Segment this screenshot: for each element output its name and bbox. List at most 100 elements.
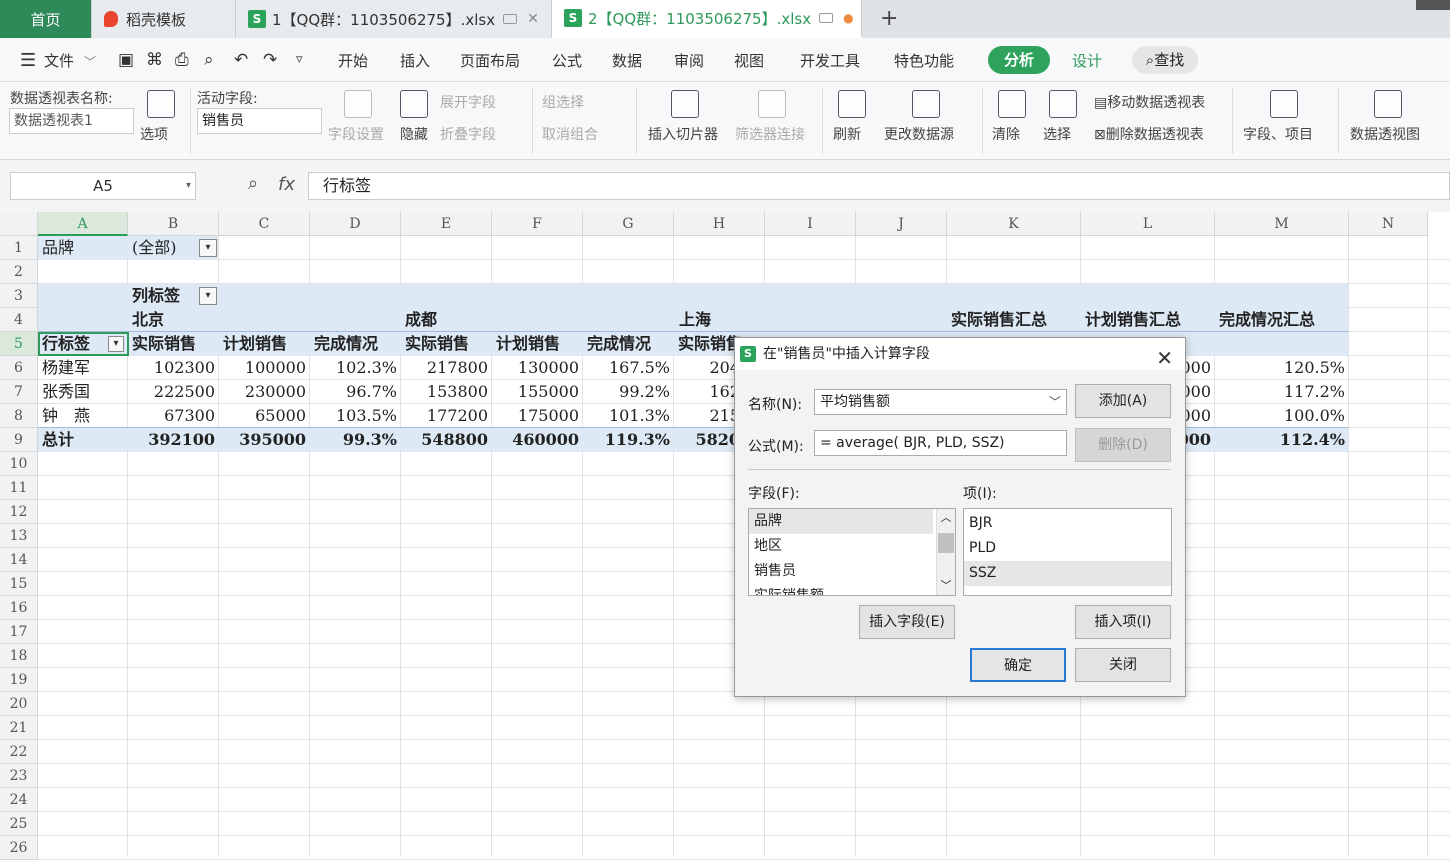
pivot-name-input[interactable]: 数据透视表1 (9, 108, 134, 134)
cell-e9[interactable]: 548800 (421, 428, 488, 452)
row-header[interactable]: 5 (0, 332, 38, 356)
cell-b1[interactable]: (全部) (132, 236, 177, 260)
close-icon[interactable]: ✕ (527, 11, 539, 27)
spreadsheet-grid[interactable]: ABCDEFGHIJKLMN 1 2 3 4 5 6 7 8 9 10 11 12 13 14 15 16 17… (0, 212, 1450, 860)
field-item[interactable]: 实际销售额 (749, 584, 955, 595)
dialog-title-bar[interactable]: S 在"销售员"中插入计算字段 ✕ (735, 338, 1185, 370)
menu-view[interactable]: 视图 (734, 50, 764, 71)
cell-m8[interactable]: 100.0% (1284, 404, 1345, 428)
fx-icon[interactable]: fx (278, 174, 295, 195)
insert-field-button[interactable]: 插入字段(E) (859, 605, 955, 639)
cell-g6[interactable]: 167.5% (609, 356, 670, 380)
row-header[interactable]: 23 (0, 764, 38, 788)
column-header[interactable]: E (401, 212, 492, 236)
row-header[interactable]: 1 (0, 236, 38, 260)
formula-input[interactable]: 行标签 (308, 172, 1450, 200)
cell-f8[interactable]: 175000 (518, 404, 579, 428)
scroll-down-icon[interactable]: ﹀ (937, 577, 955, 595)
column-header[interactable]: I (765, 212, 856, 236)
print-preview-icon[interactable]: ⌕ (204, 50, 214, 70)
cell-a1[interactable]: 品牌 (42, 236, 74, 260)
menu-analysis[interactable]: 分析 (988, 46, 1050, 74)
chevron-down-icon[interactable]: ﹀ (84, 53, 96, 70)
row-header[interactable]: 17 (0, 620, 38, 644)
new-tab-button[interactable]: + (880, 6, 898, 31)
cell-m6[interactable]: 120.5% (1284, 356, 1345, 380)
row-header[interactable]: 24 (0, 788, 38, 812)
column-header[interactable]: N (1349, 212, 1428, 236)
save-icon[interactable]: ▣ (118, 50, 134, 70)
cell-c6[interactable]: 100000 (245, 356, 306, 380)
column-header[interactable]: H (674, 212, 765, 236)
options-button[interactable]: 选项 (140, 124, 168, 144)
cell-b3[interactable]: 列标签 (132, 284, 180, 308)
name-box[interactable]: A5 ▾ (10, 172, 196, 200)
ungroup-button[interactable]: 取消组合 (542, 124, 598, 144)
items-list[interactable]: BJR PLD SSZ (963, 508, 1172, 596)
window-controls-icon[interactable] (1416, 0, 1450, 10)
row-header[interactable]: 7 (0, 380, 38, 404)
clear-button[interactable]: 清除 (992, 124, 1020, 144)
name-select[interactable]: 平均销售额 ﹀ (814, 389, 1067, 415)
cell-a8[interactable]: 钟 燕 (42, 404, 90, 428)
field-item[interactable]: 地区 (749, 534, 955, 559)
insert-slicer-button[interactable]: 插入切片器 (648, 124, 718, 144)
cell-b5[interactable]: 实际销售 (132, 332, 196, 356)
more-icon[interactable]: ▿ (296, 52, 303, 67)
row-header[interactable]: 20 (0, 692, 38, 716)
fields-items-button[interactable]: 字段、项目 (1243, 124, 1313, 144)
cell-b8[interactable]: 67300 (164, 404, 215, 428)
filter-dropdown-icon[interactable]: ▾ (199, 239, 217, 257)
column-header[interactable]: A (38, 212, 128, 236)
cell-f5[interactable]: 计划销售 (496, 332, 560, 356)
hamburger-icon[interactable]: ☰ (20, 50, 36, 71)
cell-e7[interactable]: 153800 (427, 380, 488, 404)
tab-home[interactable]: 首页 (0, 0, 92, 38)
cell-d9[interactable]: 99.3% (343, 428, 397, 452)
item-entry[interactable]: SSZ (964, 561, 1171, 586)
cell-d8[interactable]: 103.5% (336, 404, 397, 428)
cell-f9[interactable]: 460000 (512, 428, 579, 452)
cell-e8[interactable]: 177200 (427, 404, 488, 428)
cell-c7[interactable]: 230000 (245, 380, 306, 404)
cell-m4[interactable]: 完成情况汇总 (1219, 308, 1315, 332)
cell-c8[interactable]: 65000 (255, 404, 306, 428)
undo-icon[interactable]: ↶ (234, 50, 248, 70)
scroll-thumb[interactable] (938, 533, 954, 553)
scroll-up-icon[interactable]: ︿ (937, 509, 955, 527)
row-header[interactable]: 21 (0, 716, 38, 740)
item-entry[interactable]: PLD (964, 536, 1171, 561)
hide-button[interactable]: 隐藏 (400, 124, 428, 144)
row-header[interactable]: 9 (0, 428, 38, 452)
column-header[interactable]: M (1215, 212, 1349, 236)
field-item[interactable]: 销售员 (749, 559, 955, 584)
expand-field-button[interactable]: 展开字段 (440, 92, 496, 112)
chevron-down-icon[interactable]: ﹀ (1049, 390, 1061, 414)
select-all-corner[interactable] (0, 212, 38, 236)
active-field-input[interactable]: 销售员 (197, 108, 322, 134)
pivot-chart-button[interactable]: 数据透视图 (1350, 124, 1420, 144)
menu-insert[interactable]: 插入 (400, 50, 430, 71)
close-icon[interactable]: ✕ (1156, 342, 1173, 374)
column-header[interactable]: L (1081, 212, 1215, 236)
collapse-field-button[interactable]: 折叠字段 (440, 124, 496, 144)
cell-g9[interactable]: 119.3% (605, 428, 670, 452)
fields-list[interactable]: 品牌 地区 销售员 实际销售额 ︿ ﹀ (748, 508, 956, 596)
cell-b4[interactable]: 北京 (132, 308, 164, 332)
add-button[interactable]: 添加(A) (1075, 384, 1171, 418)
row-header[interactable]: 18 (0, 644, 38, 668)
menu-features[interactable]: 特色功能 (894, 50, 954, 71)
menu-design[interactable]: 设计 (1072, 50, 1102, 71)
menu-data[interactable]: 数据 (612, 50, 642, 71)
row-header[interactable]: 15 (0, 572, 38, 596)
cell-g8[interactable]: 101.3% (609, 404, 670, 428)
refresh-button[interactable]: 刷新 (833, 124, 861, 144)
cell-b7[interactable]: 222500 (154, 380, 215, 404)
close-button[interactable]: 关闭 (1075, 648, 1171, 682)
cell-f7[interactable]: 155000 (518, 380, 579, 404)
row-header[interactable]: 3 (0, 284, 38, 308)
formula-field[interactable]: = average( BJR, PLD, SSZ) (814, 430, 1067, 456)
delete-button[interactable]: 删除(D) (1075, 428, 1171, 462)
row-header[interactable]: 13 (0, 524, 38, 548)
delete-pivot-button[interactable]: ⊠删除数据透视表 (1094, 124, 1204, 144)
